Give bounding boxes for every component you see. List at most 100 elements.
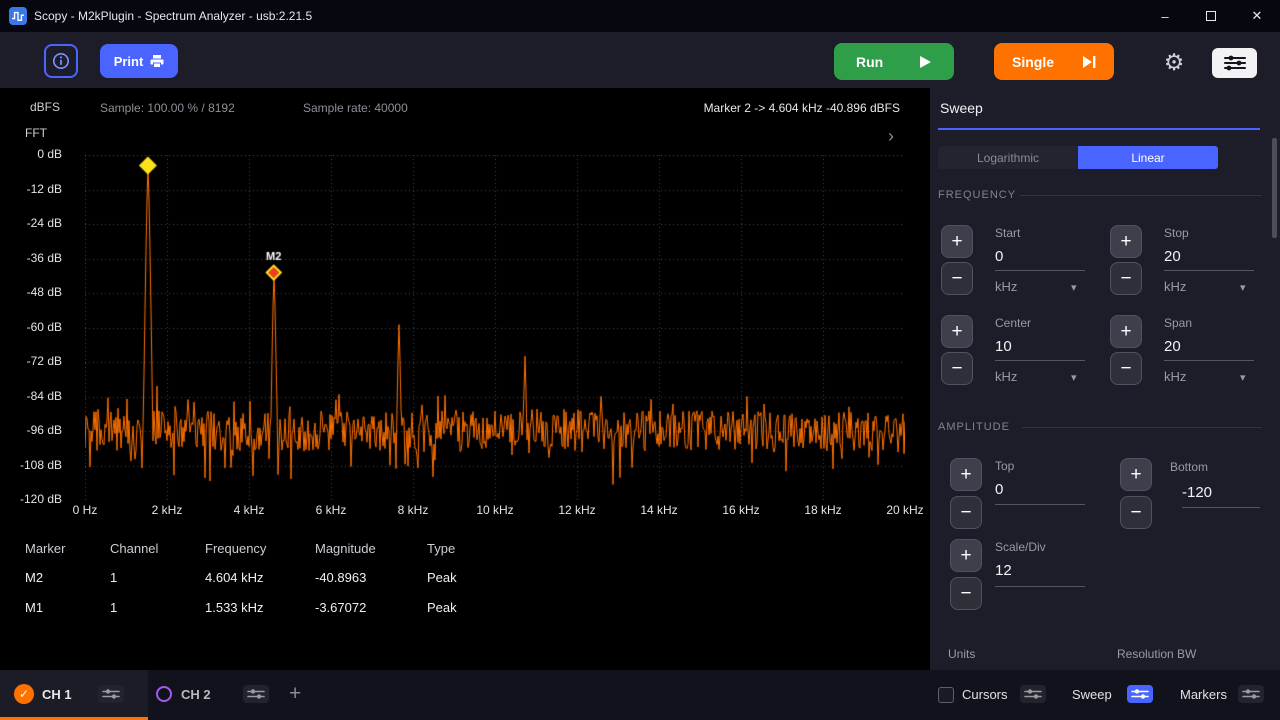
chevron-down-icon[interactable]: ▾ (1071, 371, 1077, 384)
minus-icon: − (1120, 268, 1131, 290)
sweep-panel (930, 88, 1280, 670)
top-label: Top (995, 459, 1014, 473)
plus-icon: + (1130, 464, 1141, 486)
marker-table-header: Magnitude (315, 541, 427, 556)
channel-1-label[interactable]: CH 1 (42, 687, 72, 702)
sliders-icon (1023, 688, 1043, 700)
minus-icon: − (1130, 502, 1141, 524)
panel-menu-button[interactable] (1212, 48, 1257, 78)
span-decrement-button[interactable]: − (1110, 352, 1142, 385)
marker-table-cell: 1 (110, 570, 205, 585)
scalediv-label: Scale/Div (995, 540, 1046, 554)
stop-label: Stop (1164, 226, 1189, 240)
chevron-down-icon[interactable]: ▾ (1240, 281, 1246, 294)
stop-decrement-button[interactable]: − (1110, 262, 1142, 295)
plus-icon: + (960, 545, 971, 567)
bottom-increment-button[interactable]: + (1120, 458, 1152, 491)
stop-unit[interactable]: kHz (1164, 279, 1186, 294)
cursors-checkbox[interactable] (938, 687, 954, 703)
add-channel-button[interactable]: + (289, 682, 301, 706)
top-value[interactable]: 0 (995, 481, 1003, 498)
channel-2-enable-icon[interactable] (156, 686, 172, 702)
start-unit[interactable]: kHz (995, 279, 1017, 294)
scalediv-decrement-button[interactable]: − (950, 577, 982, 610)
center-unit[interactable]: kHz (995, 369, 1017, 384)
start-increment-button[interactable]: + (941, 225, 973, 258)
marker-table-cell: Peak (427, 600, 497, 615)
minimize-button[interactable]: – (1142, 0, 1188, 32)
sliders-icon (101, 688, 121, 700)
minus-icon: − (960, 502, 971, 524)
stop-underline (1164, 270, 1254, 271)
span-unit[interactable]: kHz (1164, 369, 1186, 384)
center-decrement-button[interactable]: − (941, 352, 973, 385)
span-label: Span (1164, 316, 1192, 330)
minus-icon: − (1120, 358, 1131, 380)
start-value[interactable]: 0 (995, 248, 1003, 265)
stop-increment-button[interactable]: + (1110, 225, 1142, 258)
marker-table-header: Marker (25, 541, 110, 556)
sweep-menu-toggle[interactable] (1127, 685, 1153, 703)
panel-scrollbar[interactable] (1272, 138, 1277, 238)
amplitude-section-header: AMPLITUDE (938, 421, 1010, 433)
channel-2-settings-button[interactable] (243, 685, 269, 703)
spectrum-plot[interactable] (85, 155, 905, 500)
channel-2-label[interactable]: CH 2 (181, 687, 211, 702)
x-tick-label: 20 kHz (886, 503, 923, 517)
scalediv-value[interactable]: 12 (995, 562, 1012, 579)
close-button[interactable]: ✕ (1234, 0, 1280, 32)
play-to-end-icon (1082, 55, 1096, 69)
plus-icon: + (1120, 231, 1131, 253)
span-value[interactable]: 20 (1164, 338, 1181, 355)
panel-title-underline (938, 128, 1260, 130)
maximize-icon (1206, 11, 1216, 21)
x-tick-label: 16 kHz (722, 503, 759, 517)
bottom-value[interactable]: -120 (1182, 484, 1212, 501)
cursors-label[interactable]: Cursors (962, 687, 1008, 702)
x-tick-label: 8 kHz (398, 503, 429, 517)
scalediv-increment-button[interactable]: + (950, 539, 982, 572)
x-tick-label: 4 kHz (234, 503, 265, 517)
center-underline (995, 360, 1085, 361)
channel-1-settings-button[interactable] (98, 685, 124, 703)
scale-toggle-logarithmic[interactable]: Logarithmic (938, 146, 1078, 169)
x-tick-label: 10 kHz (476, 503, 513, 517)
scale-toggle-linear[interactable]: Linear (1078, 146, 1218, 169)
marker-table-header: Frequency (205, 541, 315, 556)
start-decrement-button[interactable]: − (941, 262, 973, 295)
x-tick-label: 12 kHz (558, 503, 595, 517)
settings-button[interactable]: ⚙ (1158, 46, 1190, 78)
panel-title: Sweep (940, 100, 983, 116)
resolution-bw-label: Resolution BW (1117, 647, 1196, 661)
marker-table-cell: M1 (25, 600, 110, 615)
minus-icon: − (960, 583, 971, 605)
frequency-section-header: FREQUENCY (938, 189, 1016, 201)
start-underline (995, 270, 1085, 271)
sweep-menu-label[interactable]: Sweep (1072, 687, 1112, 702)
marker-table-cell: M2 (25, 570, 110, 585)
maximize-button[interactable] (1188, 0, 1234, 32)
linear-label: Linear (1131, 151, 1164, 165)
cursors-settings-button[interactable] (1020, 685, 1046, 703)
single-button[interactable]: Single (994, 43, 1114, 80)
plus-icon: + (951, 231, 962, 253)
markers-menu-label[interactable]: Markers (1180, 687, 1227, 702)
channel-1-enable-icon[interactable]: ✓ (14, 684, 34, 704)
top-increment-button[interactable]: + (950, 458, 982, 491)
plus-icon: + (951, 321, 962, 343)
plus-icon: + (960, 464, 971, 486)
marker-table-header: Type (427, 541, 497, 556)
bottom-decrement-button[interactable]: − (1120, 496, 1152, 529)
minus-icon: − (951, 268, 962, 290)
chevron-down-icon[interactable]: ▾ (1071, 281, 1077, 294)
center-value[interactable]: 10 (995, 338, 1012, 355)
top-decrement-button[interactable]: − (950, 496, 982, 529)
stop-value[interactable]: 20 (1164, 248, 1181, 265)
plus-icon: + (1120, 321, 1131, 343)
chevron-down-icon[interactable]: ▾ (1240, 371, 1246, 384)
close-icon: ✕ (1252, 8, 1263, 24)
scalediv-underline (995, 586, 1085, 587)
markers-settings-button[interactable] (1238, 685, 1264, 703)
center-increment-button[interactable]: + (941, 315, 973, 348)
span-increment-button[interactable]: + (1110, 315, 1142, 348)
